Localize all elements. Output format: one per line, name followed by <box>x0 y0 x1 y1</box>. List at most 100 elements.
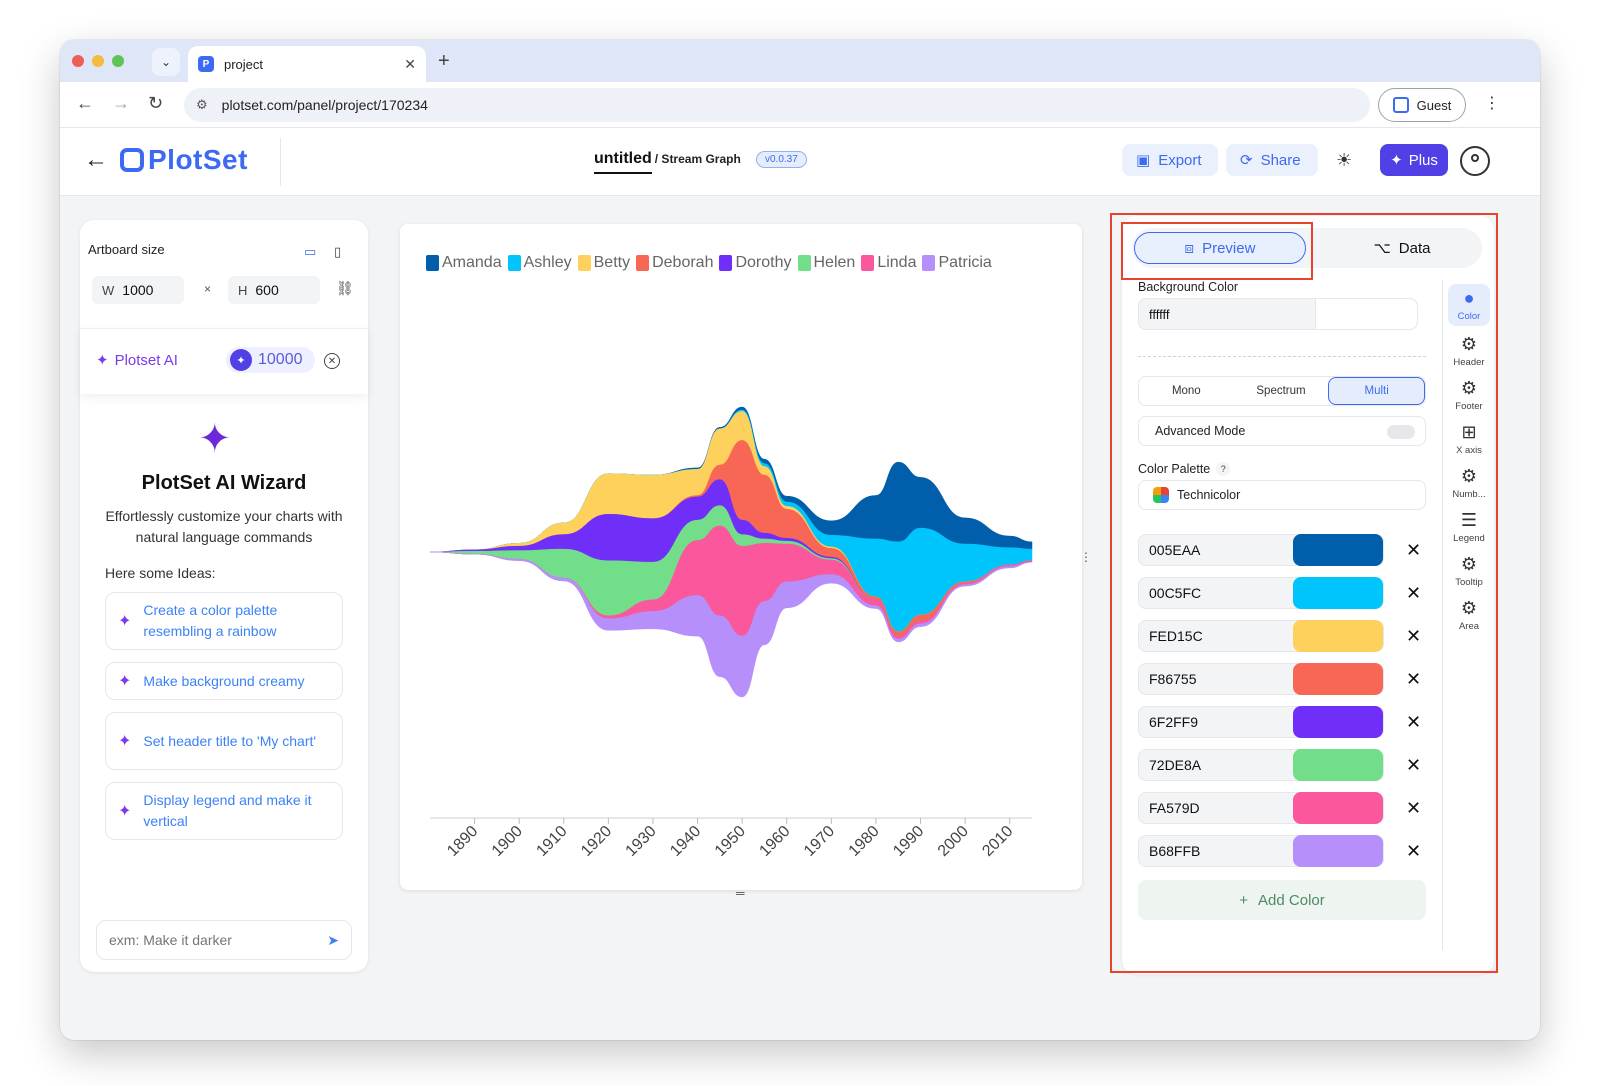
color-swatch[interactable] <box>1293 577 1383 609</box>
add-color-button[interactable]: + Add Color <box>1138 880 1426 920</box>
color-hex-field[interactable]: F86755 <box>1138 663 1384 695</box>
color-swatch[interactable] <box>1293 620 1383 652</box>
color-hex-field[interactable]: 005EAA <box>1138 534 1384 566</box>
plotset-favicon-icon: P <box>198 56 214 72</box>
logo-text: PlotSet <box>148 144 248 175</box>
guest-label: Guest <box>1416 97 1452 113</box>
browser-menu-icon[interactable]: ⋮ <box>1484 93 1500 113</box>
chart-artboard[interactable]: 1890 1900 1910 1920 1930 1940 1950 1960 1970 1980… <box>400 224 1082 890</box>
idea-suggestion-button[interactable]: ✦ Make background creamy <box>105 662 343 700</box>
plotset-logo[interactable]: PlotSet <box>120 144 248 176</box>
idea-suggestion-button[interactable]: ✦ Display legend and make it vertical <box>105 782 343 840</box>
aspect-lock-icon[interactable]: ⛓ <box>336 280 354 297</box>
new-tab-plus-icon[interactable]: + <box>438 50 450 73</box>
legend-item-betty[interactable]: Betty <box>577 254 630 272</box>
remove-color-icon[interactable]: ✕ <box>1406 540 1421 561</box>
minimize-window-button[interactable] <box>92 55 104 67</box>
help-icon[interactable]: ? <box>1216 462 1231 476</box>
address-bar[interactable]: ⚙ plotset.com/panel/project/170234 <box>184 88 1370 122</box>
color-hex-field[interactable]: 72DE8A <box>1138 749 1384 781</box>
background-color-label: Background Color <box>1138 280 1239 294</box>
close-ai-panel-icon[interactable]: ✕ <box>324 353 340 369</box>
site-info-icon[interactable]: ⚙ <box>196 97 208 113</box>
tool-tooltip[interactable]: ⚙ Tooltip <box>1448 554 1490 588</box>
tab-preview[interactable]: ⧈ Preview <box>1134 232 1306 264</box>
artboard-height-handle[interactable]: ═ <box>736 886 745 900</box>
remove-color-icon[interactable]: ✕ <box>1406 583 1421 604</box>
legend-item-linda[interactable]: Linda <box>861 254 916 272</box>
ai-credits-bar: ✦ Plotset AI ✦ 10000 ✕ <box>80 328 368 394</box>
legend-item-helen[interactable]: Helen <box>797 254 855 272</box>
plus-upgrade-button[interactable]: ✦ Plus <box>1380 144 1448 176</box>
color-swatch[interactable] <box>1293 663 1383 695</box>
grid-icon: ⊞ <box>1461 422 1477 442</box>
height-label: H <box>238 282 248 298</box>
mode-spectrum[interactable]: Spectrum <box>1234 377 1329 405</box>
legend-item-patricia[interactable]: Patricia <box>922 254 992 272</box>
desktop-icon[interactable]: ▭ <box>304 244 316 260</box>
color-hex-field[interactable]: 6F2FF9 <box>1138 706 1384 738</box>
x-tick-label: 1910 <box>533 823 570 860</box>
guest-profile-button[interactable]: Guest <box>1378 88 1466 122</box>
export-button[interactable]: ▣ Export <box>1122 144 1218 176</box>
remove-color-icon[interactable]: ✕ <box>1406 755 1421 776</box>
remove-color-icon[interactable]: ✕ <box>1406 712 1421 733</box>
legend-item-dorothy[interactable]: Dorothy <box>719 254 792 272</box>
ai-prompt-input[interactable] <box>109 932 328 948</box>
remove-color-icon[interactable]: ✕ <box>1406 798 1421 819</box>
color-swatch[interactable] <box>1293 534 1383 566</box>
mode-mono[interactable]: Mono <box>1139 377 1234 405</box>
color-swatch[interactable] <box>1293 749 1383 781</box>
color-hex-field[interactable]: 00C5FC <box>1138 577 1384 609</box>
tab-search-chevron-icon[interactable]: ⌄ <box>152 48 180 76</box>
project-name[interactable]: untitled <box>594 150 652 174</box>
tool-color[interactable]: ● Color <box>1448 284 1490 326</box>
share-button[interactable]: ⟳ Share <box>1226 144 1318 176</box>
mode-multi[interactable]: Multi <box>1328 377 1426 405</box>
color-hex-field[interactable]: FED15C <box>1138 620 1384 652</box>
color-swatch[interactable] <box>1293 835 1383 867</box>
artboard-width-field[interactable]: W 1000 <box>92 276 184 304</box>
reload-icon[interactable]: ↻ <box>148 93 163 114</box>
close-tab-icon[interactable]: ✕ <box>404 56 416 73</box>
tool-numbers[interactable]: ⚙ Numb... <box>1448 466 1490 500</box>
color-swatch[interactable] <box>1293 792 1383 824</box>
forward-arrow-icon[interactable]: → <box>112 93 130 114</box>
background-color-field[interactable]: ffffff <box>1138 298 1418 330</box>
legend-item-amanda[interactable]: Amanda <box>426 254 502 272</box>
tool-footer[interactable]: ⚙ Footer <box>1448 378 1490 412</box>
color-hex-field[interactable]: FA579D <box>1138 792 1384 824</box>
advanced-mode-toggle[interactable] <box>1387 425 1415 439</box>
close-window-button[interactable] <box>72 55 84 67</box>
remove-color-icon[interactable]: ✕ <box>1406 841 1421 862</box>
color-swatch[interactable] <box>1293 706 1383 738</box>
tool-legend[interactable]: ☰ Legend <box>1448 510 1490 544</box>
send-icon[interactable]: ➤ <box>327 932 339 949</box>
tool-x-axis[interactable]: ⊞ X axis <box>1448 422 1490 456</box>
maximize-window-button[interactable] <box>112 55 124 67</box>
legend-item-deborah[interactable]: Deborah <box>636 254 713 272</box>
theme-sun-icon[interactable]: ☀ <box>1336 150 1352 171</box>
idea-suggestion-button[interactable]: ✦ Create a color palette resembling a ra… <box>105 592 343 650</box>
plotset-ai-label: ✦ Plotset AI <box>96 351 178 370</box>
tab-data[interactable]: ⌥ Data <box>1332 232 1472 264</box>
browser-tab-project[interactable]: P project ✕ <box>188 46 426 82</box>
legend-label: Linda <box>877 254 917 271</box>
legend-label: Ashley <box>523 254 572 271</box>
back-arrow-icon[interactable]: ← <box>76 93 94 114</box>
user-avatar-icon[interactable] <box>1460 146 1490 176</box>
back-arrow-icon[interactable]: ← <box>84 146 108 174</box>
artboard-width-handle[interactable]: ⋮ <box>1080 550 1092 564</box>
artboard-height-field[interactable]: H 600 <box>228 276 320 304</box>
remove-color-icon[interactable]: ✕ <box>1406 626 1421 647</box>
mobile-icon[interactable]: ▯ <box>334 244 341 260</box>
tool-area[interactable]: ⚙ Area <box>1448 598 1490 632</box>
legend-item-ashley[interactable]: Ashley <box>507 254 572 272</box>
color-hex-field[interactable]: B68FFB <box>1138 835 1384 867</box>
tool-header[interactable]: ⚙ Header <box>1448 334 1490 368</box>
background-color-swatch[interactable] <box>1315 299 1417 329</box>
remove-color-icon[interactable]: ✕ <box>1406 669 1421 690</box>
color-palette-select[interactable]: Technicolor <box>1138 480 1426 510</box>
header-divider <box>280 138 281 186</box>
idea-suggestion-button[interactable]: ✦ Set header title to 'My chart' <box>105 712 343 770</box>
